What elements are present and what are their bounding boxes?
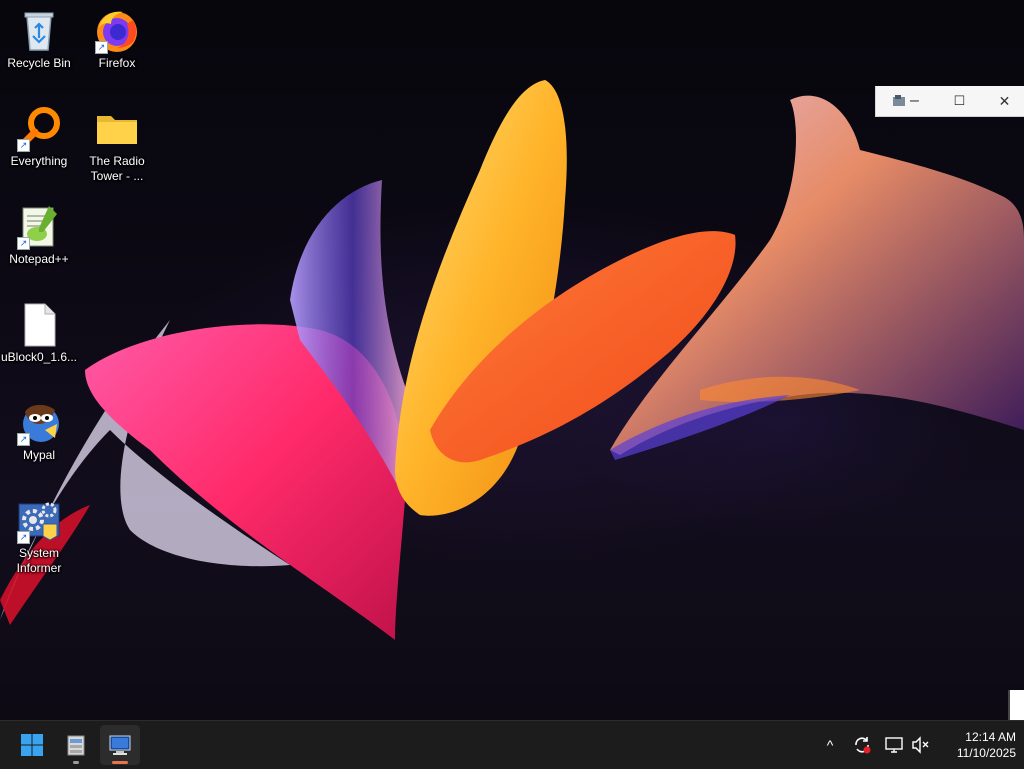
- desktop-icon-firefox[interactable]: ↗ Firefox: [78, 0, 156, 71]
- archive-app-icon: [67, 735, 85, 756]
- everything-search-icon: ↗: [15, 104, 63, 152]
- desktop-icon-notepad-plus-plus[interactable]: ↗ Notepad++: [0, 196, 78, 267]
- blank-file-icon: [15, 300, 63, 348]
- taskbar: ^ 12:14 AM 11/10/2025: [0, 720, 1024, 769]
- maximize-icon: ☐: [953, 93, 966, 108]
- start-icon: [21, 734, 43, 756]
- desktop-icon-label: Mypal: [22, 448, 55, 462]
- show-hidden-icons-button[interactable]: ^: [818, 733, 842, 757]
- remote-desktop-icon: [109, 735, 131, 755]
- chevron-up-icon: ^: [826, 737, 834, 753]
- firefox-icon: ↗: [93, 6, 141, 54]
- clock-date: 11/10/2025: [956, 746, 1016, 760]
- minimize-button[interactable]: –: [892, 86, 937, 116]
- recycle-bin-icon: [15, 6, 63, 54]
- close-icon: ✕: [998, 92, 1011, 109]
- shortcut-arrow-icon: ↗: [17, 531, 30, 544]
- volume-muted-icon: [912, 736, 929, 754]
- start-button[interactable]: [12, 725, 52, 765]
- desktop-icon-label: Firefox: [98, 56, 136, 70]
- shortcut-arrow-icon: ↗: [95, 41, 108, 54]
- folder-icon: [93, 104, 141, 152]
- taskbar-app-remote-desktop[interactable]: [100, 725, 140, 765]
- window-titlebar-controls: – ☐ ✕: [875, 86, 1024, 117]
- notepad-plus-plus-icon: ↗: [15, 202, 63, 250]
- tray-sync-button[interactable]: [850, 733, 874, 757]
- shortcut-arrow-icon: ↗: [17, 139, 30, 152]
- desktop-icon-recycle-bin[interactable]: Recycle Bin: [0, 0, 78, 71]
- desktop-icon-label: The Radio Tower - ...: [89, 154, 145, 183]
- close-button[interactable]: ✕: [982, 86, 1024, 116]
- taskbar-clock[interactable]: 12:14 AM 11/10/2025: [936, 729, 1016, 761]
- desktop-icon-label: Everything: [10, 154, 68, 168]
- mypal-icon: ↗: [15, 398, 63, 446]
- desktop-icon-label: Notepad++: [9, 252, 69, 266]
- taskbar-app-archive[interactable]: [56, 725, 96, 765]
- desktop-icon-system-informer[interactable]: ↗ System Informer: [0, 490, 78, 576]
- minimize-icon: –: [910, 92, 919, 109]
- desktop-icon-label: Recycle Bin: [7, 56, 71, 70]
- offscreen-window-edge[interactable]: [1008, 690, 1024, 720]
- clock-time: 12:14 AM: [965, 730, 1016, 744]
- desktop-icon-everything[interactable]: ↗ Everything: [0, 98, 78, 169]
- network-icon: [885, 737, 903, 753]
- maximize-button[interactable]: ☐: [937, 86, 982, 116]
- desktop-icon-the-radio-tower[interactable]: The Radio Tower - ...: [78, 98, 156, 184]
- active-indicator: [112, 761, 128, 764]
- tray-network-button[interactable]: [882, 733, 906, 757]
- desktop-icon-label: System Informer: [16, 546, 62, 575]
- running-indicator: [73, 761, 79, 764]
- desktop-icon-label: uBlock0_1.6...: [0, 350, 78, 364]
- desktop: Recycle Bin ↗ Firefox ↗ Everything The R…: [0, 0, 1024, 720]
- tray-volume-button[interactable]: [908, 733, 932, 757]
- desktop-icon-mypal[interactable]: ↗ Mypal: [0, 392, 78, 463]
- shortcut-arrow-icon: ↗: [17, 237, 30, 250]
- shortcut-arrow-icon: ↗: [17, 433, 30, 446]
- system-informer-icon: ↗: [15, 496, 63, 544]
- sync-alert-icon: [855, 737, 871, 754]
- desktop-icon-ublock[interactable]: uBlock0_1.6...: [0, 294, 78, 365]
